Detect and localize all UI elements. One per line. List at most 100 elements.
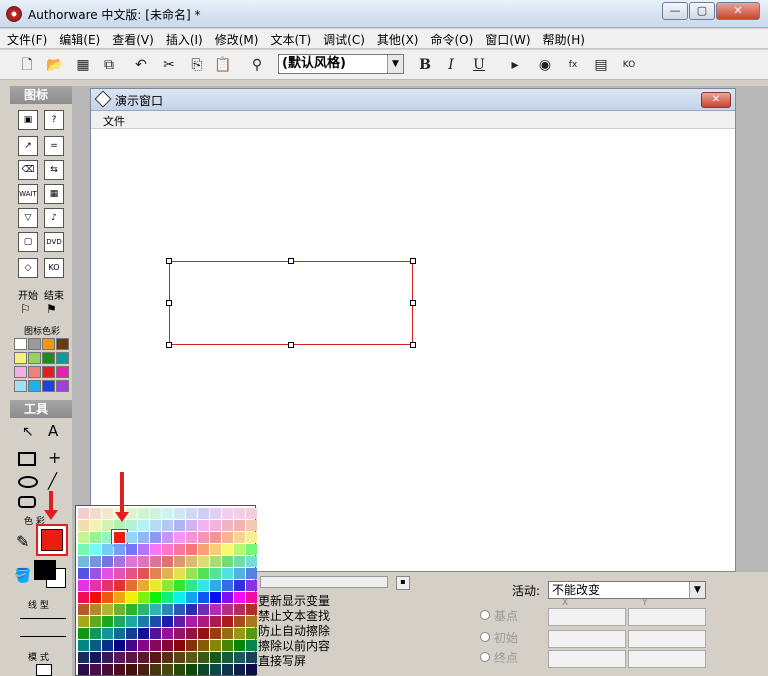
palette-color-cell[interactable] xyxy=(210,556,221,567)
palette-color-cell[interactable] xyxy=(150,616,161,627)
palette-color-cell[interactable] xyxy=(222,664,233,675)
palette-color-cell[interactable] xyxy=(150,532,161,543)
palette-color-cell[interactable] xyxy=(78,532,89,543)
palette-color-cell[interactable] xyxy=(150,628,161,639)
palette-color-cell[interactable] xyxy=(210,568,221,579)
menu-insert[interactable]: 插入(I) xyxy=(159,29,208,48)
palette-color-cell[interactable] xyxy=(150,604,161,615)
palette-color-cell[interactable] xyxy=(174,568,185,579)
palette-color-cell[interactable] xyxy=(90,604,101,615)
line-style-dotted[interactable] xyxy=(20,636,66,637)
icon-color-swatch[interactable] xyxy=(42,380,55,392)
palette-color-cell[interactable] xyxy=(234,508,245,519)
palette-color-cell[interactable] xyxy=(162,508,173,519)
palette-color-cell[interactable] xyxy=(234,628,245,639)
palette-color-cell[interactable] xyxy=(246,628,257,639)
wait-icon[interactable]: WAIT xyxy=(18,184,38,204)
palette-color-cell[interactable] xyxy=(138,568,149,579)
palette-color-cell[interactable] xyxy=(186,592,197,603)
resize-handle[interactable] xyxy=(410,258,416,264)
palette-color-cell[interactable] xyxy=(234,544,245,555)
palette-color-cell[interactable] xyxy=(246,664,257,675)
palette-color-cell[interactable] xyxy=(210,628,221,639)
palette-color-cell[interactable] xyxy=(102,592,113,603)
palette-color-cell[interactable] xyxy=(126,580,137,591)
palette-color-cell[interactable] xyxy=(198,652,209,663)
rectangle-tool-icon[interactable] xyxy=(18,452,36,466)
palette-color-cell[interactable] xyxy=(138,532,149,543)
palette-color-cell[interactable] xyxy=(222,640,233,651)
palette-color-cell[interactable] xyxy=(150,508,161,519)
palette-color-cell[interactable] xyxy=(138,556,149,567)
palette-color-cell[interactable] xyxy=(114,616,125,627)
palette-color-cell[interactable] xyxy=(198,664,209,675)
resize-handle[interactable] xyxy=(410,342,416,348)
palette-color-cell[interactable] xyxy=(210,604,221,615)
palette-color-cell[interactable] xyxy=(90,508,101,519)
palette-color-cell[interactable] xyxy=(102,580,113,591)
resize-handle[interactable] xyxy=(288,342,294,348)
menu-view[interactable]: 查看(V) xyxy=(105,29,159,48)
palette-color-cell[interactable] xyxy=(90,568,101,579)
knowledge-object-icon[interactable]: KO xyxy=(44,258,64,278)
mode-opaque-icon[interactable] xyxy=(36,664,52,676)
palette-color-cell[interactable] xyxy=(174,604,185,615)
palette-color-cell[interactable] xyxy=(174,640,185,651)
initial-x-field[interactable] xyxy=(548,630,626,648)
palette-color-cell[interactable] xyxy=(114,652,125,663)
palette-color-cell[interactable] xyxy=(222,628,233,639)
palette-color-cell[interactable] xyxy=(102,568,113,579)
palette-color-cell[interactable] xyxy=(186,580,197,591)
dvd-icon[interactable]: DVD xyxy=(44,232,64,252)
palette-color-cell[interactable] xyxy=(186,628,197,639)
palette-color-cell[interactable] xyxy=(90,628,101,639)
palette-color-cell[interactable] xyxy=(246,556,257,567)
palette-color-cell[interactable] xyxy=(150,544,161,555)
palette-color-cell[interactable] xyxy=(198,544,209,555)
underline-button[interactable]: U xyxy=(468,54,490,76)
italic-button[interactable]: I xyxy=(440,54,462,76)
palette-color-cell[interactable] xyxy=(222,604,233,615)
palette-color-cell[interactable] xyxy=(246,568,257,579)
palette-color-cell[interactable] xyxy=(174,652,185,663)
palette-color-cell[interactable] xyxy=(210,532,221,543)
menu-help[interactable]: 帮助(H) xyxy=(536,29,590,48)
cut-icon[interactable]: ✂ xyxy=(158,54,180,76)
motion-icon[interactable]: ↗ xyxy=(18,136,38,156)
palette-color-cell[interactable] xyxy=(234,652,245,663)
palette-color-cell[interactable] xyxy=(138,616,149,627)
palette-color-cell[interactable] xyxy=(138,628,149,639)
palette-color-cell[interactable] xyxy=(78,640,89,651)
foreground-color-swatch[interactable] xyxy=(34,560,56,580)
display-icon[interactable]: ▣ xyxy=(18,110,38,130)
palette-color-cell[interactable] xyxy=(114,592,125,603)
close-button[interactable]: ✕ xyxy=(716,2,760,20)
erase-icon[interactable]: ⌫ xyxy=(18,160,38,180)
palette-color-cell[interactable] xyxy=(222,556,233,567)
palette-color-cell[interactable] xyxy=(150,556,161,567)
palette-color-cell[interactable] xyxy=(198,640,209,651)
palette-color-cell[interactable] xyxy=(174,628,185,639)
palette-color-cell[interactable] xyxy=(78,616,89,627)
palette-color-cell[interactable] xyxy=(150,580,161,591)
line-tool-icon[interactable]: + xyxy=(48,448,61,467)
palette-color-cell[interactable] xyxy=(78,664,89,675)
palette-color-cell[interactable] xyxy=(186,508,197,519)
palette-color-cell[interactable] xyxy=(90,556,101,567)
palette-color-cell[interactable] xyxy=(78,544,89,555)
variables-icon[interactable]: ▤ xyxy=(590,54,612,76)
icon-color-swatch[interactable] xyxy=(28,338,41,350)
palette-color-cell[interactable] xyxy=(174,532,185,543)
properties-small-button[interactable]: ▪ xyxy=(396,576,410,590)
palette-color-cell[interactable] xyxy=(174,616,185,627)
icon-color-swatch[interactable] xyxy=(28,366,41,378)
new-file-icon[interactable]: 🗋 xyxy=(16,54,38,76)
palette-color-cell[interactable] xyxy=(234,592,245,603)
palette-color-cell[interactable] xyxy=(126,592,137,603)
palette-color-cell[interactable] xyxy=(138,580,149,591)
functions-icon[interactable]: fx xyxy=(562,54,584,76)
palette-color-cell[interactable] xyxy=(162,664,173,675)
palette-color-cell[interactable] xyxy=(90,532,101,543)
palette-color-cell[interactable] xyxy=(78,568,89,579)
palette-color-cell[interactable] xyxy=(162,628,173,639)
